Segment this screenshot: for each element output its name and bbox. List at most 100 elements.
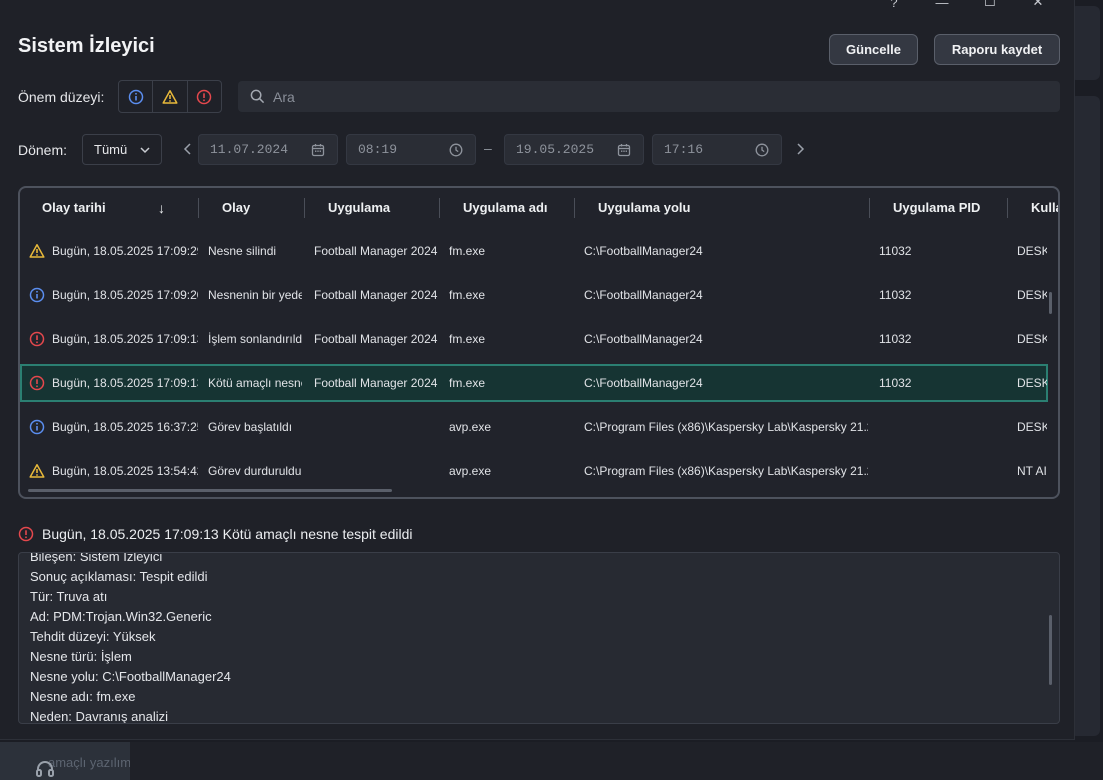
cell-event: Görev başlatıldı: [208, 420, 293, 434]
severity-icon: [29, 375, 45, 391]
info-icon: [128, 89, 143, 104]
detail-line: Sonuç açıklaması: Tespit edildi: [30, 569, 208, 584]
search-box: [238, 81, 1060, 112]
help-button[interactable]: ?: [870, 0, 918, 12]
event-details-panel[interactable]: Bileşen: Sistem İzleyici Sonuç açıklaması…: [18, 552, 1060, 724]
cell-user: DESK: [1017, 376, 1047, 390]
background-bottom-bar: [0, 742, 1103, 780]
vertical-scrollbar[interactable]: [1049, 292, 1052, 314]
calendar-icon: [617, 144, 631, 157]
severity-info-toggle[interactable]: [119, 81, 154, 112]
cell-application-pid: 11032: [879, 332, 912, 346]
clock-icon: [449, 143, 463, 157]
event-details-header: Bugün, 18.05.2025 17:09:13 Kötü amaçlı n…: [18, 526, 413, 542]
cell-application-path: C:\FootballManager24: [584, 376, 703, 390]
severity-error-toggle[interactable]: [188, 81, 221, 112]
cell-application: Football Manager 2024: [314, 288, 438, 302]
column-header-application-pid[interactable]: Uygulama PID: [893, 200, 980, 215]
table-row[interactable]: Bugün, 18.05.2025 13:54:42 Görev durdurul…: [20, 452, 1048, 490]
severity-icon: [29, 243, 45, 259]
cell-event-date: Bugün, 18.05.2025 16:37:25: [52, 420, 198, 434]
cell-application-pid: 11032: [879, 244, 912, 258]
column-resize-handle[interactable]: [198, 198, 199, 218]
events-table: Olay tarihi ↓ Olay Uygulama Uygulama adı…: [18, 186, 1060, 499]
chevron-left-icon: [183, 143, 191, 155]
calendar-icon: [311, 144, 325, 157]
search-input[interactable]: [273, 88, 1033, 105]
detail-line: Nesne yolu: C:\FootballManager24: [30, 669, 231, 684]
column-header-event[interactable]: Olay: [222, 200, 250, 215]
column-header-event-date[interactable]: Olay tarihi: [42, 200, 106, 215]
cell-application-pid: 11032: [879, 376, 912, 390]
range-separator: –: [484, 140, 492, 156]
warning-icon: [29, 464, 45, 478]
sort-arrow-icon[interactable]: ↓: [158, 200, 165, 216]
end-date-value: 19.05.2025: [516, 142, 595, 157]
detail-line: Tür: Truva atı: [30, 589, 108, 604]
cell-application-path: C:\FootballManager24: [584, 244, 703, 258]
column-resize-handle[interactable]: [439, 198, 440, 218]
cell-event-date: Bugün, 18.05.2025 13:54:42: [52, 464, 198, 478]
table-header: Olay tarihi ↓ Olay Uygulama Uygulama adı…: [20, 188, 1058, 228]
window-controls: ? — ☐ ✕: [870, 0, 1062, 12]
column-resize-handle[interactable]: [574, 198, 575, 218]
column-header-application[interactable]: Uygulama: [328, 200, 390, 215]
cell-application-name: fm.exe: [449, 332, 486, 346]
severity-icon: [29, 419, 45, 435]
start-time-value: 08:19: [358, 142, 398, 157]
table-row[interactable]: Bugün, 18.05.2025 17:09:13 İşlem sonlandı…: [20, 320, 1048, 358]
chevron-right-icon: [797, 143, 805, 155]
column-header-application-name[interactable]: Uygulama adı: [463, 200, 548, 215]
start-date-value: 11.07.2024: [210, 142, 289, 157]
cell-event: Görev durduruldu: [208, 464, 302, 478]
close-button[interactable]: ✕: [1014, 0, 1062, 12]
headset-icon[interactable]: [34, 758, 56, 780]
warning-icon: [162, 89, 178, 104]
event-details-title: Bugün, 18.05.2025 17:09:13 Kötü amaçlı n…: [42, 526, 413, 542]
table-row[interactable]: Bugün, 18.05.2025 16:37:25 Görev başlatıl…: [20, 408, 1048, 446]
column-resize-handle[interactable]: [869, 198, 870, 218]
vertical-scrollbar[interactable]: [1049, 615, 1052, 685]
cell-event: Kötü amaçlı nesne: [208, 376, 302, 390]
horizontal-scrollbar[interactable]: [28, 489, 392, 492]
maximize-button[interactable]: ☐: [966, 0, 1014, 12]
column-header-user[interactable]: Kulla: [1031, 200, 1058, 215]
severity-icon: [29, 331, 45, 347]
info-icon: [29, 419, 45, 435]
start-date-field[interactable]: 11.07.2024: [198, 134, 338, 165]
minimize-button[interactable]: —: [918, 0, 966, 12]
detail-line: Bileşen: Sistem İzleyici: [30, 552, 163, 564]
end-time-field[interactable]: 17:16: [652, 134, 782, 165]
background-bottom-text: amaçlı yazılıma, casus: [48, 755, 130, 770]
error-icon: [18, 526, 34, 542]
refresh-button[interactable]: Güncelle: [829, 34, 918, 65]
table-row[interactable]: Bugün, 18.05.2025 17:09:29 Nesne silindi F…: [20, 232, 1048, 270]
cell-application-name: avp.exe: [449, 420, 492, 434]
period-select[interactable]: Tümü: [82, 134, 162, 165]
table-row[interactable]: Bugün, 18.05.2025 17:09:20 Nesnenin bir y…: [20, 276, 1048, 314]
end-date-field[interactable]: 19.05.2025: [504, 134, 644, 165]
next-period-button[interactable]: [794, 141, 806, 157]
chevron-down-icon: [140, 147, 150, 154]
detail-line: Tehdit düzeyi: Yüksek: [30, 629, 156, 644]
error-icon: [29, 331, 45, 347]
cell-application-name: fm.exe: [449, 244, 486, 258]
previous-period-button[interactable]: [182, 141, 194, 157]
start-time-field[interactable]: 08:19: [346, 134, 476, 165]
period-label: Dönem:: [18, 142, 68, 158]
cell-application-name: avp.exe: [449, 464, 492, 478]
page-title: Sistem İzleyici: [18, 35, 155, 57]
severity-warning-toggle[interactable]: [153, 81, 188, 112]
cell-application-path: C:\Program Files (x86)\Kaspersky Lab\Kas…: [584, 420, 868, 434]
info-icon: [29, 287, 45, 303]
column-resize-handle[interactable]: [304, 198, 305, 218]
cell-application-name: fm.exe: [449, 288, 486, 302]
error-icon: [29, 375, 45, 391]
table-row[interactable]: Bugün, 18.05.2025 17:09:13 Kötü amaçlı ne…: [20, 364, 1048, 402]
save-report-button[interactable]: Raporu kaydet: [934, 34, 1060, 65]
column-header-application-path[interactable]: Uygulama yolu: [598, 200, 690, 215]
detail-line: Neden: Davranış analizi: [30, 709, 169, 724]
cell-event-date: Bugün, 18.05.2025 17:09:13: [52, 332, 198, 346]
severity-label: Önem düzeyi:: [18, 89, 105, 105]
column-resize-handle[interactable]: [1007, 198, 1008, 218]
